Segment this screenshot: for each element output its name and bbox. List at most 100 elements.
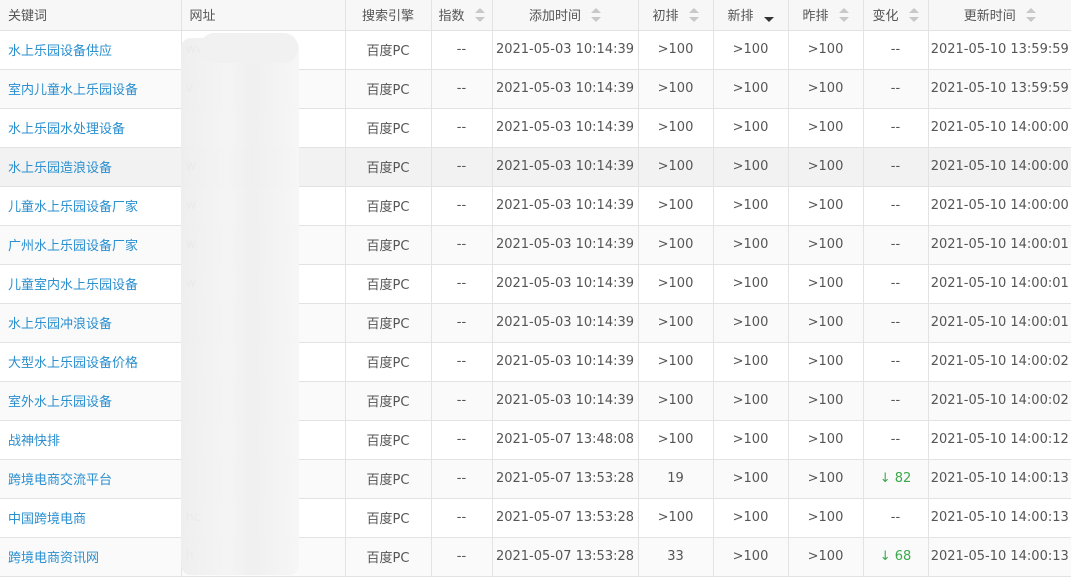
updated-time-cell: 2021-05-10 14:00:01: [928, 264, 1071, 304]
keyword-link[interactable]: 室外水上乐园设备: [8, 395, 112, 410]
updated-time-cell: 2021-05-10 14:00:00: [928, 108, 1071, 148]
change-cell: --: [863, 186, 929, 226]
change-cell: --: [863, 342, 929, 382]
header-yesterday-rank[interactable]: 昨排: [788, 0, 864, 31]
sort-icon[interactable]: [838, 7, 849, 22]
updated-time-cell: 2021-05-10 14:00:13: [928, 459, 1071, 499]
keyword-cell[interactable]: 室内儿童水上乐园设备: [0, 69, 182, 109]
table-row: 室内儿童水上乐园设备v百度PC--2021-05-03 10:14:39>100…: [0, 69, 1071, 109]
keyword-link[interactable]: 水上乐园冲浪设备: [8, 317, 112, 332]
keyword-link[interactable]: 水上乐园设备供应: [8, 44, 112, 59]
engine-cell: 百度PC: [345, 69, 432, 109]
keyword-link[interactable]: 儿童水上乐园设备厂家: [8, 200, 138, 215]
engine-cell: 百度PC: [345, 420, 432, 460]
sort-icon[interactable]: [908, 7, 919, 22]
header-url: 网址: [181, 0, 346, 31]
yesterday-rank-cell: >100: [788, 30, 864, 70]
added-time-cell: 2021-05-03 10:14:39: [492, 342, 639, 382]
header-new-rank[interactable]: 新排: [713, 0, 789, 31]
keyword-link[interactable]: 水上乐园水处理设备: [8, 122, 125, 137]
added-time-cell: 2021-05-03 10:14:39: [492, 108, 639, 148]
keyword-link[interactable]: 室内儿童水上乐园设备: [8, 83, 138, 98]
index-cell: --: [431, 264, 493, 304]
keyword-cell[interactable]: 大型水上乐园设备价格: [0, 342, 182, 382]
yesterday-rank-cell: >100: [788, 459, 864, 499]
header-first-rank[interactable]: 初排: [638, 0, 714, 31]
keyword-cell[interactable]: 室外水上乐园设备: [0, 381, 182, 421]
keyword-link[interactable]: 儿童室内水上乐园设备: [8, 278, 138, 293]
sort-asc-icon: [688, 7, 699, 13]
first-rank-cell: 33: [638, 537, 714, 577]
added-time-cell: 2021-05-03 10:14:39: [492, 381, 639, 421]
header-added-time[interactable]: 添加时间: [492, 0, 639, 31]
keyword-link[interactable]: 跨境电商资讯网: [8, 551, 99, 566]
table-row: 水上乐园造浪设备w百度PC--2021-05-03 10:14:39>100>1…: [0, 147, 1071, 187]
added-time-cell: 2021-05-07 13:53:28: [492, 459, 639, 499]
keyword-cell[interactable]: 儿童水上乐园设备厂家: [0, 186, 182, 226]
keyword-link[interactable]: 跨境电商交流平台: [8, 473, 112, 488]
new-rank-cell: >100: [713, 225, 789, 265]
table-row: 水上乐园水处理设备 百度PC -- 2021-05-03 10:14:39 >100 >1…: [0, 108, 1071, 148]
table-header-row: 关键词 网址 搜索引擎 指数 添加时间 初排 新排 昨排 变化 更新时间: [0, 0, 1071, 31]
keyword-cell[interactable]: 水上乐园设备供应: [0, 30, 182, 70]
index-cell: --: [431, 147, 493, 187]
new-rank-cell: >100: [713, 147, 789, 187]
updated-time-cell: 2021-05-10 14:00:00: [928, 186, 1071, 226]
new-rank-cell: >100: [713, 420, 789, 460]
sort-icon[interactable]: [688, 7, 699, 22]
sort-icon[interactable]: [591, 7, 601, 22]
sort-asc-icon: [591, 7, 601, 13]
url-redaction-blur: [181, 38, 299, 575]
yesterday-rank-cell: >100: [788, 225, 864, 265]
rank-table-panel: 关键词 网址 搜索引擎 指数 添加时间 初排 新排 昨排 变化 更新时间 水上乐…: [0, 0, 1071, 578]
change-cell: --: [863, 69, 929, 109]
yesterday-rank-cell: >100: [788, 69, 864, 109]
keyword-link[interactable]: 广州水上乐园设备厂家: [8, 239, 138, 254]
engine-cell: 百度PC: [345, 30, 432, 70]
change-value: 82: [894, 471, 912, 486]
added-time-cell: 2021-05-07 13:48:08: [492, 420, 639, 460]
engine-cell: 百度PC: [345, 459, 432, 499]
added-time-cell: 2021-05-03 10:14:39: [492, 225, 639, 265]
keyword-cell[interactable]: 水上乐园冲浪设备: [0, 303, 182, 343]
engine-cell: 百度PC: [345, 342, 432, 382]
new-rank-cell: >100: [713, 30, 789, 70]
new-rank-cell: >100: [713, 381, 789, 421]
keyword-cell[interactable]: 跨境电商资讯网: [0, 537, 182, 577]
keyword-cell[interactable]: 战神快排: [0, 420, 182, 460]
sort-desc-icon: [838, 16, 849, 22]
new-rank-cell: >100: [713, 186, 789, 226]
engine-cell: 百度PC: [345, 147, 432, 187]
header-index[interactable]: 指数: [431, 0, 493, 31]
change-cell: --: [863, 225, 929, 265]
new-rank-cell: >100: [713, 459, 789, 499]
added-time-cell: 2021-05-03 10:14:39: [492, 303, 639, 343]
sort-icon[interactable]: [763, 8, 774, 22]
index-cell: --: [431, 342, 493, 382]
index-cell: --: [431, 459, 493, 499]
keyword-link[interactable]: 中国跨境电商: [8, 512, 86, 527]
header-updated-time[interactable]: 更新时间: [928, 0, 1071, 31]
keyword-cell[interactable]: 水上乐园水处理设备: [0, 108, 182, 148]
sort-asc-icon: [474, 7, 485, 13]
keyword-cell[interactable]: 广州水上乐园设备厂家: [0, 225, 182, 265]
keyword-cell[interactable]: 中国跨境电商: [0, 498, 182, 538]
keyword-link[interactable]: 大型水上乐园设备价格: [8, 356, 138, 371]
keyword-link[interactable]: 战神快排: [8, 434, 60, 449]
sort-icon[interactable]: [1025, 7, 1036, 22]
sort-icon[interactable]: [474, 7, 485, 22]
new-rank-cell: >100: [713, 342, 789, 382]
first-rank-cell: >100: [638, 69, 714, 109]
keyword-cell[interactable]: 儿童室内水上乐园设备: [0, 264, 182, 304]
first-rank-cell: >100: [638, 147, 714, 187]
keyword-cell[interactable]: 水上乐园造浪设备: [0, 147, 182, 187]
rank-down-arrow-icon: ↓: [879, 471, 891, 486]
change-cell: --: [863, 420, 929, 460]
table-row: 室外水上乐园设备 百度PC -- 2021-05-03 10:14:39 >100 >10…: [0, 381, 1071, 421]
keyword-cell[interactable]: 跨境电商交流平台: [0, 459, 182, 499]
keyword-link[interactable]: 水上乐园造浪设备: [8, 161, 112, 176]
sort-desc-icon: [591, 16, 601, 22]
header-change[interactable]: 变化: [863, 0, 929, 31]
updated-time-cell: 2021-05-10 14:00:00: [928, 147, 1071, 187]
yesterday-rank-cell: >100: [788, 342, 864, 382]
